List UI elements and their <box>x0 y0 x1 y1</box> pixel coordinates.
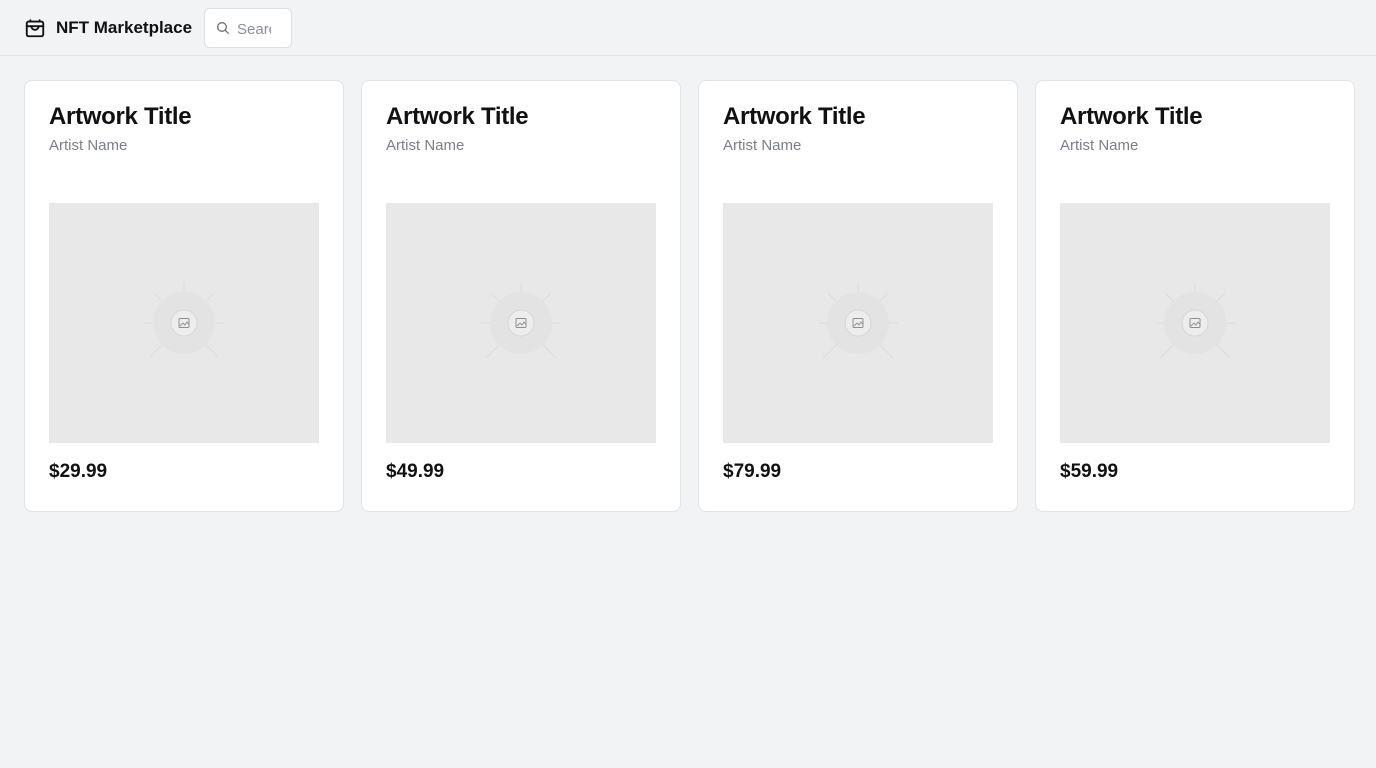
artwork-image <box>1060 203 1330 443</box>
artist-name: Artist Name <box>723 137 802 154</box>
artwork-image <box>49 203 319 443</box>
image-placeholder-icon <box>481 283 561 359</box>
artist-name: Artist Name <box>386 137 465 154</box>
artwork-image <box>723 203 993 443</box>
artwork-card[interactable]: Artwork Title Artist Name $59.99 <box>1035 80 1355 512</box>
artwork-card[interactable]: Artwork Title Artist Name $49.99 <box>361 80 681 512</box>
artwork-image <box>386 203 656 443</box>
artwork-title: Artwork Title <box>49 103 192 130</box>
image-placeholder-icon <box>818 283 898 359</box>
artist-name: Artist Name <box>49 137 128 154</box>
artwork-title: Artwork Title <box>1060 103 1203 130</box>
search-icon <box>217 22 229 34</box>
brand-logo-link[interactable]: NFT Marketplace <box>24 14 192 42</box>
artist-name: Artist Name <box>1060 137 1139 154</box>
artwork-price: $29.99 <box>49 461 108 482</box>
artwork-price: $79.99 <box>723 461 782 482</box>
app-title: NFT Marketplace <box>56 18 193 37</box>
artwork-card[interactable]: Artwork Title Artist Name $29.99 <box>24 80 344 512</box>
search-input[interactable] <box>237 18 271 40</box>
artwork-price: $49.99 <box>386 461 445 482</box>
artwork-title: Artwork Title <box>723 103 866 130</box>
artwork-card[interactable]: Artwork Title Artist Name $79.99 <box>698 80 1018 512</box>
image-placeholder-icon <box>144 283 224 359</box>
artwork-price: $59.99 <box>1060 461 1119 482</box>
top-bar: NFT Marketplace <box>0 0 1376 56</box>
artwork-grid: Artwork Title Artist Name $29.99 Artwork… <box>24 80 1355 512</box>
image-placeholder-icon <box>1155 283 1235 359</box>
search-box[interactable] <box>204 8 292 48</box>
shopping-bag-icon <box>25 19 45 38</box>
artwork-title: Artwork Title <box>386 103 529 130</box>
